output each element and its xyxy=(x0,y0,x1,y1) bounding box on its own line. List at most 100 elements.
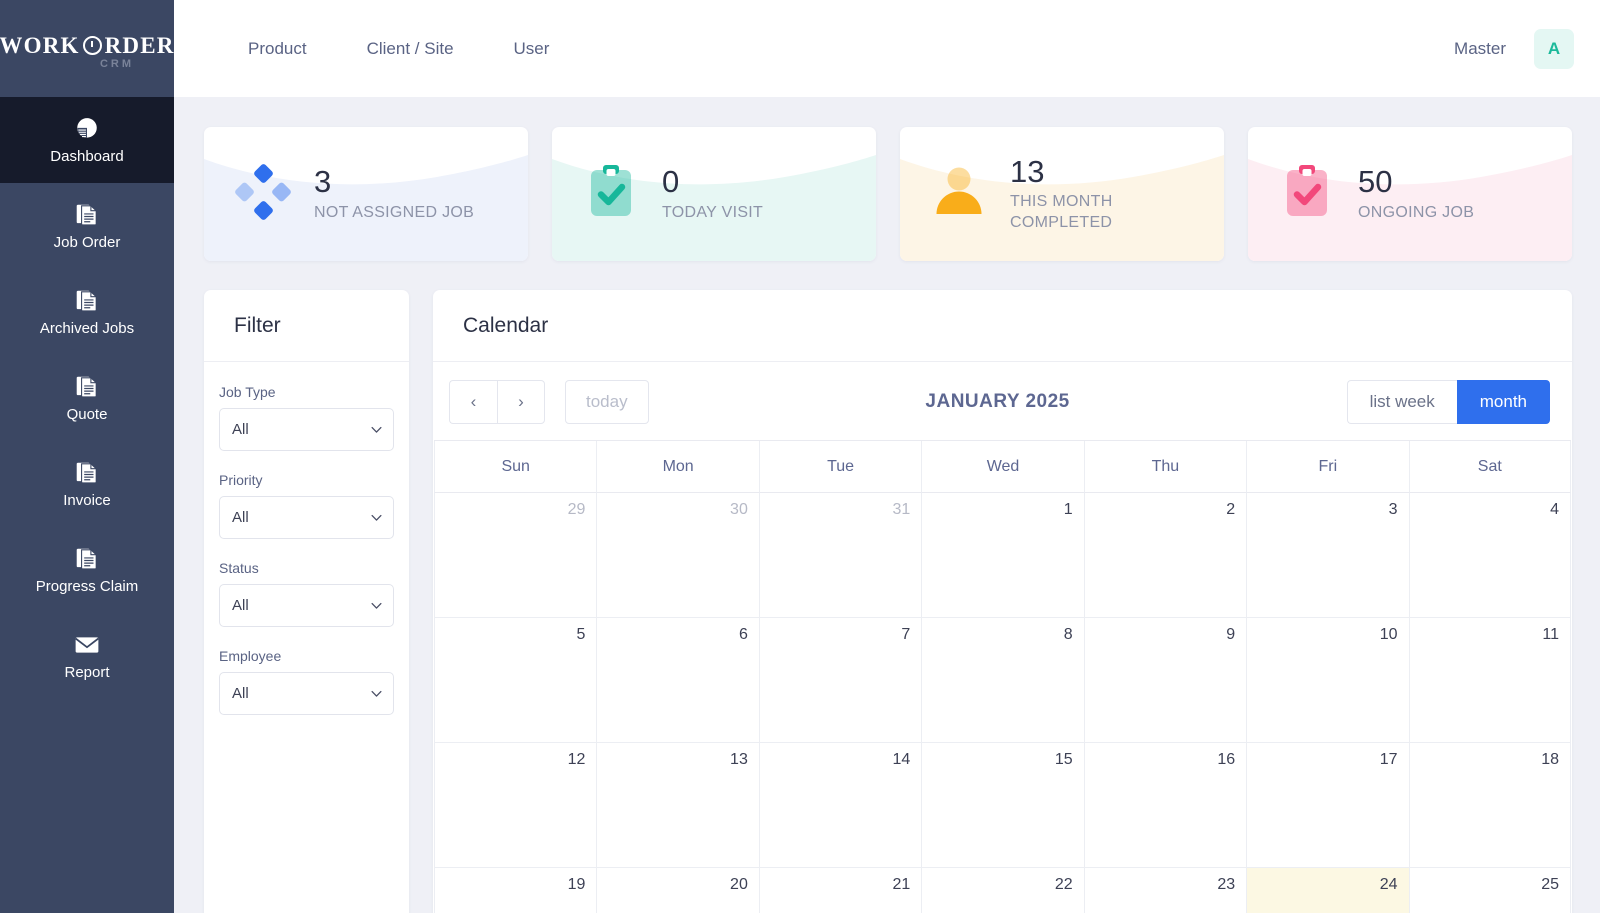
top-bar: Product Client / Site User Master A xyxy=(174,0,1600,97)
stat-card-body: 50 ONGOING JOB xyxy=(1278,163,1474,226)
filter-field-label: Priority xyxy=(219,472,263,488)
calendar-day-cell[interactable]: 13 xyxy=(596,743,759,868)
calendar-day-cell[interactable]: 31 xyxy=(758,493,922,618)
select-wrapper: All xyxy=(219,584,394,627)
calendar-day-cell[interactable]: 19 xyxy=(434,868,596,913)
brand-word-1: WORK xyxy=(0,32,80,58)
filter-field: Status All xyxy=(219,560,394,627)
stat-card[interactable]: 13 THIS MONTH COMPLETED xyxy=(900,127,1224,261)
calendar-weekday-sat: Sat xyxy=(1408,441,1571,493)
top-nav-item-user[interactable]: User xyxy=(484,39,580,59)
calendar-weekday-wed: Wed xyxy=(921,441,1084,493)
calendar-title: Calendar xyxy=(463,313,549,337)
stat-value: 13 xyxy=(1010,153,1045,189)
user-icon xyxy=(930,163,988,226)
filter-select-priority[interactable]: All xyxy=(219,496,394,539)
calendar-day-cell[interactable]: 17 xyxy=(1246,743,1409,868)
calendar-day-cell[interactable]: 10 xyxy=(1246,618,1409,743)
stat-value: 50 xyxy=(1358,164,1393,200)
filter-title: Filter xyxy=(234,313,281,337)
filter-field: Job Type All xyxy=(219,384,394,451)
calendar-day-cell[interactable]: 14 xyxy=(758,743,922,868)
stat-card[interactable]: 0 TODAY VISIT xyxy=(552,127,876,261)
brand-subtitle: CRM xyxy=(99,57,135,70)
top-nav-item-product[interactable]: Product xyxy=(218,39,337,59)
avatar[interactable]: A xyxy=(1534,28,1574,69)
sidebar-item-job-order[interactable]: Job Order xyxy=(0,183,174,269)
clock-o-icon xyxy=(82,35,102,55)
calendar-weekday-thu: Thu xyxy=(1083,441,1247,493)
stat-card-text: 13 THIS MONTH COMPLETED xyxy=(1010,153,1180,234)
calendar-day-cell[interactable]: 21 xyxy=(758,868,921,913)
calendar-weeks: 29 30 31 1 2 3 4 5 6 7 8 9 10 11 12 13 14 15 16 17 18 19 20… xyxy=(434,493,1571,913)
page-content: 3 NOT ASSIGNED JOB 0 TODAY VISIT 13 THIS… xyxy=(174,97,1600,913)
calendar-day-cell[interactable]: 11 xyxy=(1408,618,1571,743)
calendar-weekday-sun: Sun xyxy=(434,441,597,493)
calendar-day-cell[interactable]: 12 xyxy=(434,743,597,868)
calendar-day-cell[interactable]: 25 xyxy=(1408,868,1571,913)
calendar-day-cell[interactable]: 18 xyxy=(1408,743,1571,868)
filter-fields: Job Type All Priority All Status All Emp… xyxy=(204,362,409,715)
calendar-day-cell[interactable]: 3 xyxy=(1246,493,1409,618)
stat-card-body: 3 NOT ASSIGNED JOB xyxy=(234,163,474,226)
sidebar-item-label: Quote xyxy=(66,406,108,423)
filter-select-employee[interactable]: All xyxy=(219,672,394,715)
select-wrapper: All xyxy=(219,672,394,715)
stat-card[interactable]: 50 ONGOING JOB xyxy=(1248,127,1572,261)
calendar-day-cell[interactable]: 1 xyxy=(921,493,1084,618)
calendar-week-row: 5 6 7 8 9 10 11 xyxy=(434,618,1571,743)
calendar-day-cell[interactable]: 29 xyxy=(434,493,597,618)
sidebar-item-report[interactable]: Report xyxy=(0,613,174,699)
calendar-prev-button[interactable]: ‹ xyxy=(449,380,497,424)
stat-value: 0 xyxy=(662,164,680,200)
calendar-day-cell[interactable]: 7 xyxy=(758,618,922,743)
diamond-cluster-icon xyxy=(234,163,292,226)
calendar-day-cell[interactable]: 9 xyxy=(1083,618,1247,743)
sidebar-item-dashboard[interactable]: Dashboard xyxy=(0,97,174,183)
sidebar-item-archived-jobs[interactable]: Archived Jobs xyxy=(0,269,174,355)
clipboard-check-icon xyxy=(1278,163,1336,226)
filter-field: Employee All xyxy=(219,648,394,715)
sidebar: WORK RDER CRM Dashboard Job Order Archiv… xyxy=(0,0,174,913)
sidebar-item-label: Job Order xyxy=(53,234,121,251)
filter-select-status[interactable]: All xyxy=(219,584,394,627)
sidebar-item-progress-claim[interactable]: Progress Claim xyxy=(0,527,174,613)
sidebar-item-quote[interactable]: Quote xyxy=(0,355,174,441)
calendar-day-cell[interactable]: 6 xyxy=(596,618,759,743)
calendar-day-cell[interactable]: 15 xyxy=(921,743,1084,868)
calendar-next-button[interactable]: › xyxy=(497,380,545,424)
calendar-period-title: JANUARY 2025 xyxy=(925,391,1070,412)
calendar-today-button[interactable]: today xyxy=(565,380,649,424)
calendar-day-cell[interactable]: 22 xyxy=(921,868,1083,913)
stat-label: THIS MONTH COMPLETED xyxy=(1010,193,1113,232)
sidebar-item-invoice[interactable]: Invoice xyxy=(0,441,174,527)
calendar-day-cell[interactable]: 4 xyxy=(1408,493,1571,618)
sidebar-item-label: Dashboard xyxy=(50,148,124,165)
brand-wordmark: WORK RDER xyxy=(0,34,174,57)
calendar-grid: Sun Mon Tue Wed Thu Fri Sat 29 30 31 1 2 3 4 5… xyxy=(433,440,1572,913)
top-nav-item-client-site[interactable]: Client / Site xyxy=(337,39,484,59)
calendar-view-list-week-button[interactable]: list week xyxy=(1346,380,1457,424)
calendar-weekday-fri: Fri xyxy=(1246,441,1409,493)
document-icon xyxy=(74,546,100,572)
calendar-day-cell[interactable]: 16 xyxy=(1083,743,1247,868)
sidebar-item-label: Archived Jobs xyxy=(39,320,135,337)
select-wrapper: All xyxy=(219,496,394,539)
calendar-day-cell[interactable]: 8 xyxy=(921,618,1084,743)
filter-field: Priority All xyxy=(219,472,394,539)
calendar-day-cell[interactable]: 23 xyxy=(1083,868,1246,913)
calendar-day-cell[interactable]: 5 xyxy=(434,618,597,743)
calendar-day-cell[interactable]: 2 xyxy=(1083,493,1247,618)
calendar-day-cell[interactable]: 20 xyxy=(596,868,758,913)
filter-select-job-type[interactable]: All xyxy=(219,408,394,451)
stat-label: ONGOING JOB xyxy=(1358,203,1475,221)
stat-card[interactable]: 3 NOT ASSIGNED JOB xyxy=(204,127,528,261)
user-role-label[interactable]: Master xyxy=(1454,39,1506,59)
calendar-day-cell[interactable]: 24 xyxy=(1246,868,1409,913)
calendar-day-cell[interactable]: 30 xyxy=(596,493,759,618)
stat-value: 3 xyxy=(314,164,332,200)
calendar-view-month-button[interactable]: month xyxy=(1456,380,1550,424)
document-icon xyxy=(74,288,100,314)
stat-label: TODAY VISIT xyxy=(662,203,764,221)
calendar-week-row: 19 20 21 22 23 24 25 xyxy=(434,868,1571,913)
